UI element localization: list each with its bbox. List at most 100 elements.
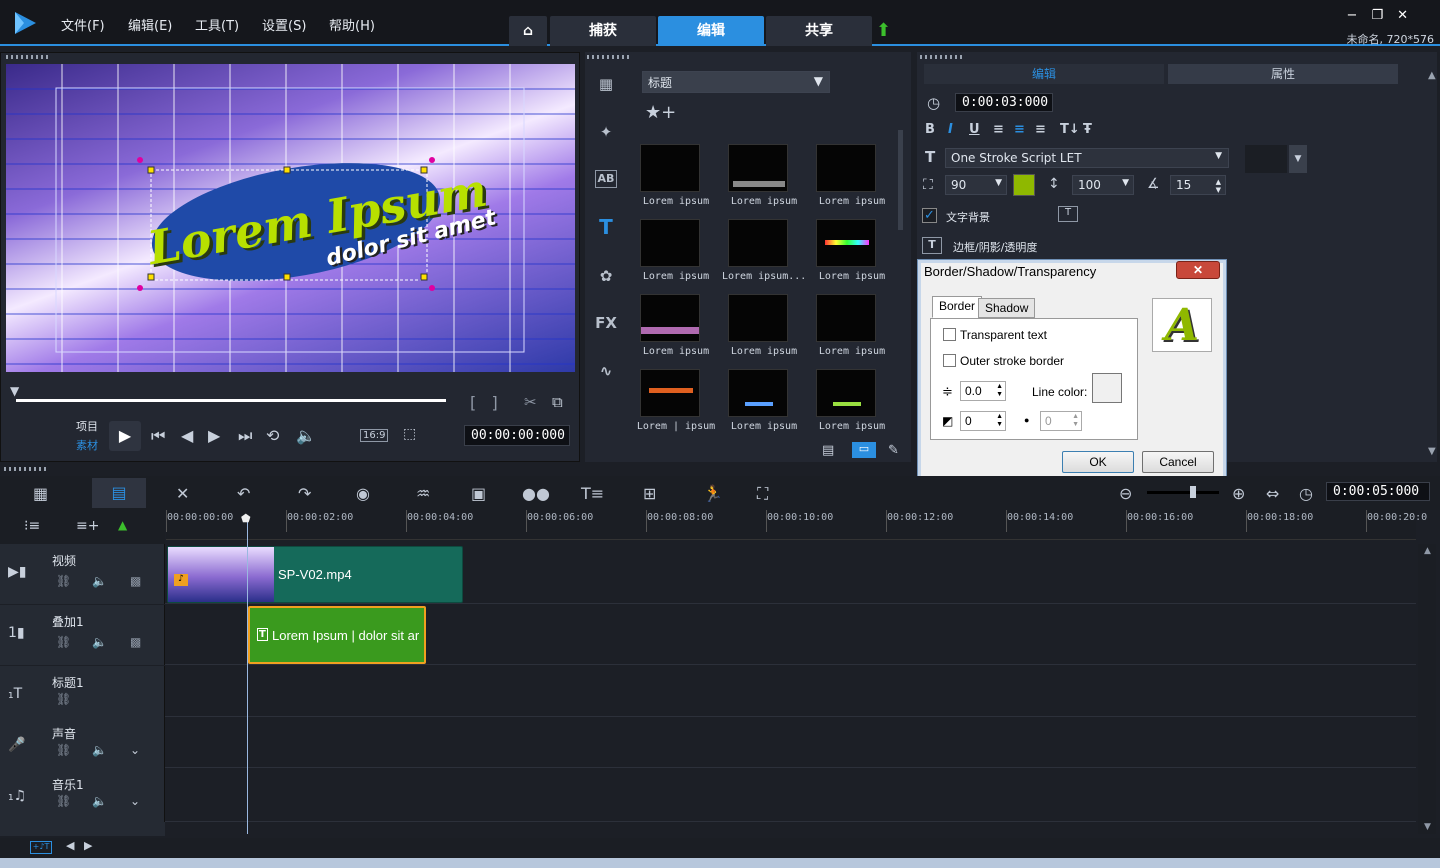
next-frame-icon[interactable]: ▶ <box>208 426 220 445</box>
vertical-text-icon[interactable]: T↓ <box>1060 122 1080 137</box>
zoom-slider-thumb[interactable] <box>1190 486 1196 498</box>
tab-border[interactable]: Border <box>932 296 983 318</box>
scrubber-bar[interactable] <box>16 399 446 402</box>
link-icon[interactable]: ⛓ <box>56 635 71 649</box>
media-icon[interactable]: ▦ <box>592 70 620 98</box>
tab-capture[interactable]: 捕获 <box>550 16 656 46</box>
timeline-view-icon[interactable]: ▤ <box>92 478 146 508</box>
align-right-icon[interactable]: ≡ <box>1035 122 1046 137</box>
transition-icon[interactable]: AB <box>595 170 617 188</box>
underline-button[interactable]: U <box>969 122 980 137</box>
link-icon[interactable]: ⛓ <box>56 692 71 706</box>
mute-icon[interactable]: 🔈 <box>92 574 107 588</box>
panel-grip[interactable] <box>4 467 48 471</box>
mute-icon[interactable]: 🔈 <box>92 794 107 808</box>
library-scrollbar[interactable] <box>898 130 903 230</box>
bold-button[interactable]: B <box>925 122 935 137</box>
title-thumbnail[interactable]: Lorem ipsum <box>722 363 806 435</box>
subtitle-editor-icon[interactable]: T≡ <box>581 484 604 503</box>
home-button[interactable]: ⌂ <box>509 16 547 46</box>
align-left-icon[interactable]: ≡ <box>993 122 1004 137</box>
sound-mixer-icon[interactable]: ♒ <box>416 484 430 503</box>
zoom-slider[interactable] <box>1147 491 1219 494</box>
auto-music-icon[interactable]: ▣ <box>471 484 486 503</box>
chevron-down-icon[interactable]: ⌄ <box>130 743 140 757</box>
play-button[interactable]: ▶ <box>109 421 141 451</box>
mark-in-icon[interactable]: [ <box>470 393 476 412</box>
title-thumbnail[interactable]: Lorem ipsum <box>722 288 806 360</box>
fx-icon[interactable]: FX <box>592 309 620 337</box>
title-thumbnail[interactable]: Lorem | ipsum <box>634 363 718 435</box>
multi-camera-icon[interactable]: ⊞ <box>643 484 656 503</box>
minimize-icon[interactable]: − <box>1347 8 1372 23</box>
view-list-icon[interactable]: ▤ <box>822 443 834 458</box>
border-shadow-button[interactable]: T <box>922 237 942 254</box>
fit-project-icon[interactable]: ⇔ <box>1266 484 1279 503</box>
view-thumbnail-icon[interactable]: ▭ <box>852 442 876 458</box>
text-background-checkbox[interactable]: ✓ <box>922 208 937 223</box>
tab-edit-options[interactable]: 编辑 <box>924 64 1164 84</box>
trim-markers[interactable]: [ ] <box>470 393 498 412</box>
title-thumbnail[interactable]: Lorem ipsum <box>634 138 718 210</box>
menu-edit[interactable]: 编辑(E) <box>128 15 172 34</box>
duration-field[interactable]: 0:00:03:000 <box>955 93 1053 112</box>
menu-tools[interactable]: 工具(T) <box>195 15 239 34</box>
playhead-handle[interactable]: ⬟ <box>241 512 251 525</box>
text-background-settings-icon[interactable]: T <box>1058 206 1078 222</box>
options-icon[interactable]: ✎ <box>888 443 899 458</box>
tab-share[interactable]: 共享 <box>766 16 872 46</box>
video-clip[interactable]: ♪ SP-V02.mp4 <box>167 546 463 603</box>
repeat-icon[interactable]: ⟲ <box>266 426 279 445</box>
mute-icon[interactable]: 🔈 <box>92 743 107 757</box>
line-spacing-select[interactable]: 100 ▼ <box>1072 175 1134 195</box>
chevron-down-icon[interactable]: ⌄ <box>130 794 140 808</box>
mode-clip[interactable]: 素材 <box>76 437 98 453</box>
storyboard-view-icon[interactable]: ▦ <box>33 484 48 503</box>
graphics-icon[interactable]: ✿ <box>592 262 620 290</box>
panel-grip[interactable] <box>587 55 631 59</box>
ripple-icon[interactable]: ▩ <box>130 574 141 588</box>
path-icon[interactable]: ∿ <box>592 357 620 385</box>
preview-timecode[interactable]: 00:00:00:000 <box>464 425 570 446</box>
title-thumbnail[interactable]: Lorem ipsum <box>810 138 894 210</box>
line-color-swatch[interactable] <box>1092 373 1122 403</box>
transparency-field[interactable]: 0 ▲ ▼ <box>1040 411 1082 431</box>
menu-help[interactable]: 帮助(H) <box>329 15 375 34</box>
title-thumbnail[interactable]: Lorem ipsum... <box>722 213 806 285</box>
track-toggle-icon[interactable]: +♪T <box>30 841 52 854</box>
mute-icon[interactable]: 🔈 <box>92 635 107 649</box>
title-thumbnail[interactable]: Lorem ipsum <box>810 363 894 435</box>
text-preset-swatch[interactable] <box>1245 145 1287 173</box>
tab-edit[interactable]: 编辑 <box>658 16 764 46</box>
outer-stroke-checkbox[interactable] <box>943 354 956 367</box>
scroll-right-icon[interactable]: ▶ <box>84 839 92 852</box>
panel-grip[interactable] <box>6 55 50 59</box>
title-thumbnail[interactable]: Lorem ipsum <box>810 213 894 285</box>
angle-field[interactable]: 15 ▲ ▼ <box>1170 175 1226 195</box>
scroll-up-icon[interactable]: ▲ <box>1424 546 1431 556</box>
mode-project[interactable]: 项目 <box>76 418 98 434</box>
timeline-vertical-scrollbar[interactable] <box>1418 544 1436 834</box>
timeline-ruler[interactable]: 00:00:00:00 00:00:02:00 00:00:04:00 00:00:0… <box>166 510 1427 540</box>
scroll-up-icon[interactable]: ▲ <box>1428 70 1436 81</box>
soft-edge-field[interactable]: 0 ▲ ▼ <box>960 411 1006 431</box>
enlarge-icon[interactable]: ⧉ <box>552 393 563 411</box>
time-remap-icon[interactable]: 🏃 <box>703 484 723 503</box>
ripple-icon[interactable]: ▩ <box>130 635 141 649</box>
link-icon[interactable]: ⛓ <box>56 794 71 808</box>
scroll-down-icon[interactable]: ▼ <box>1424 822 1431 832</box>
aspect-ratio-button[interactable]: 16:9 <box>360 429 389 442</box>
close-icon[interactable]: ✕ <box>1397 8 1422 23</box>
scrubber-handle[interactable]: ▼ <box>10 384 19 398</box>
motion-tracking-icon[interactable]: ●● <box>522 484 550 503</box>
tab-shadow[interactable]: Shadow <box>978 298 1036 318</box>
title-thumbnail[interactable]: Lorem ipsum <box>722 138 806 210</box>
cancel-button[interactable]: Cancel <box>1142 451 1214 473</box>
panel-grip[interactable] <box>920 55 964 59</box>
scroll-left-icon[interactable]: ◀ <box>66 839 74 852</box>
title-thumbnail[interactable]: Lorem ipsum <box>634 288 718 360</box>
chapter-marker-icon[interactable]: ▲ <box>118 518 127 532</box>
align-center-icon[interactable]: ≡ <box>1014 122 1025 137</box>
record-icon[interactable]: ◉ <box>356 484 370 503</box>
ok-button[interactable]: OK <box>1062 451 1134 473</box>
